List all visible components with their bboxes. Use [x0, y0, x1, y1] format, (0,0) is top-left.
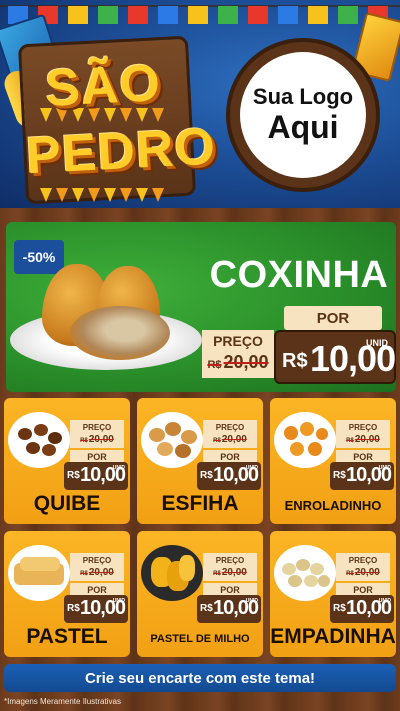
price-label: PREÇO	[336, 420, 390, 434]
new-price: R$ 10,00 UNID	[330, 595, 394, 623]
coxinha-image	[70, 306, 170, 360]
price-label: PREÇO	[70, 553, 124, 567]
new-price: R$ 10,00 UNID	[64, 462, 128, 490]
create-flyer-button[interactable]: Crie seu encarte com este tema!	[4, 664, 396, 692]
title-line-2: PEDRO	[24, 117, 218, 186]
old-price: R$ 20,00	[203, 434, 257, 448]
price-label: PREÇO	[336, 553, 390, 567]
bunting-flags-icon	[0, 5, 400, 24]
pastel-de-milho-image	[141, 545, 203, 601]
old-price-value: 20,00	[88, 434, 114, 445]
enroladinho-image	[274, 412, 336, 468]
new-price-currency: R$	[200, 603, 213, 614]
new-price-currency: R$	[282, 350, 308, 372]
new-price: R$ 10,00 UNID	[197, 462, 261, 490]
old-price-value: 20,00	[354, 434, 380, 445]
featured-product-name: COXINHA	[209, 254, 389, 296]
old-price: R$ 20,00	[336, 567, 390, 581]
esfiha-image	[141, 412, 203, 468]
featured-product-card[interactable]: -50% COXINHA PREÇO R$ 20,00 POR R$ 10,00…	[6, 222, 396, 392]
new-price: R$ 10,00 UNID	[197, 595, 261, 623]
logo-frame: Sua Logo Aqui	[226, 38, 380, 192]
old-price-value: 20,00	[88, 567, 114, 578]
price-label: PREÇO	[202, 330, 274, 352]
old-price-currency: R$	[80, 438, 88, 444]
product-card-pastel[interactable]: PREÇO R$ 20,00 POR R$ 10,00 UNID PASTEL	[4, 531, 130, 657]
old-price: R$ 20,00	[70, 567, 124, 581]
por-label: POR	[284, 306, 382, 330]
old-price-value: 20,00	[354, 567, 380, 578]
old-price-currency: R$	[346, 438, 354, 444]
product-name: EMPADINHA	[270, 625, 396, 648]
old-price: R$ 20,00	[336, 434, 390, 448]
old-price-value: 20,00	[221, 434, 247, 445]
unit-label: UNID	[366, 338, 388, 348]
unit-label: UNID	[378, 598, 391, 604]
price-label: PREÇO	[203, 553, 257, 567]
product-card-quibe[interactable]: PREÇO R$ 20,00 POR R$ 10,00 UNID QUIBE	[4, 398, 130, 524]
logo-placeholder[interactable]: Sua Logo Aqui	[240, 52, 366, 178]
new-price-currency: R$	[333, 603, 346, 614]
unit-label: UNID	[245, 465, 258, 471]
old-price: R$ 20,00	[202, 352, 274, 378]
new-price-currency: R$	[67, 470, 80, 481]
price-label: PREÇO	[203, 420, 257, 434]
logo-text-line-2: Aqui	[267, 108, 339, 145]
empadinha-image	[274, 545, 336, 601]
old-price-currency: R$	[346, 571, 354, 577]
product-name: PASTEL	[26, 625, 108, 648]
unit-label: UNID	[378, 465, 391, 471]
old-price-value: 20,00	[223, 352, 269, 372]
old-price-currency: R$	[80, 571, 88, 577]
unit-label: UNID	[112, 598, 125, 604]
new-price: R$ 10,00 UNID	[64, 595, 128, 623]
logo-text-line-1: Sua Logo	[252, 84, 354, 110]
old-price-currency: R$	[207, 359, 222, 371]
old-price-value: 20,00	[221, 567, 247, 578]
price-label: PREÇO	[70, 420, 124, 434]
old-price-currency: R$	[213, 438, 221, 444]
unit-label: UNID	[112, 465, 125, 471]
product-card-enroladinho[interactable]: PREÇO R$ 20,00 POR R$ 10,00 UNID ENROLADINH…	[270, 398, 396, 524]
product-name: PASTEL DE MILHO	[150, 633, 250, 645]
product-card-esfiha[interactable]: PREÇO R$ 20,00 POR R$ 10,00 UNID ESFIHA	[137, 398, 263, 524]
new-price: R$ 10,00 UNID	[330, 462, 394, 490]
new-price-currency: R$	[200, 470, 213, 481]
festa-banner: SÃO PEDRO Sua Logo Aqui	[0, 0, 400, 208]
unit-label: UNID	[245, 598, 258, 604]
pastel-image	[8, 545, 70, 601]
new-price-currency: R$	[333, 470, 346, 481]
product-name: ENROLADINHO	[284, 498, 382, 513]
bunting-icon	[40, 188, 164, 202]
new-price-currency: R$	[67, 603, 80, 614]
discount-badge: -50%	[14, 240, 64, 274]
old-price: R$ 20,00	[70, 434, 124, 448]
product-card-pastel-de-milho[interactable]: PREÇO R$ 20,00 POR R$ 10,00 UNID PASTEL DE …	[137, 531, 263, 657]
old-price: R$ 20,00	[203, 567, 257, 581]
quibe-image	[8, 412, 70, 468]
title-line-1: SÃO	[43, 54, 163, 118]
disclaimer-text: *Imagens Meramente Ilustrativas	[4, 697, 121, 706]
new-price: R$ 10,00 UNID	[274, 330, 396, 384]
old-price-currency: R$	[213, 571, 221, 577]
product-card-empadinha[interactable]: PREÇO R$ 20,00 POR R$ 10,00 UNID EMPADINHA	[270, 531, 396, 657]
product-name: ESFIHA	[161, 492, 239, 515]
product-name: QUIBE	[33, 492, 101, 515]
